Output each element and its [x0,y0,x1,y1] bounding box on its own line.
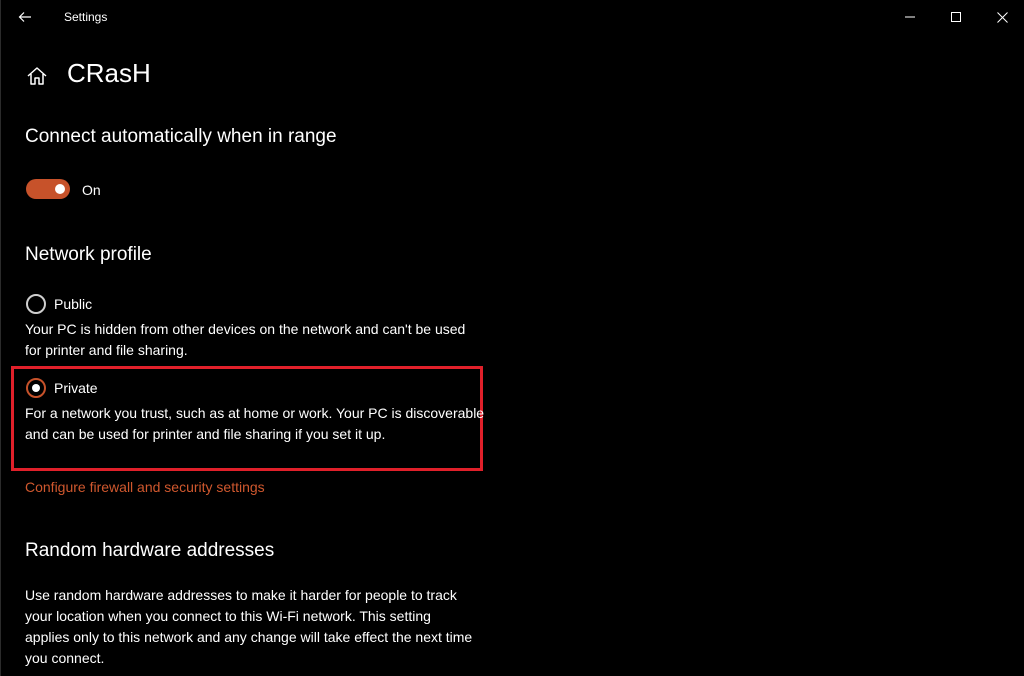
radio-selected-dot [32,384,40,392]
random-addresses-heading: Random hardware addresses [25,540,275,561]
random-addresses-description: Use random hardware addresses to make it… [25,587,473,666]
maximize-icon [951,12,961,22]
toggle-knob [55,184,65,194]
network-profile-heading: Network profile [25,244,152,265]
connect-auto-toggle[interactable] [26,179,70,199]
app-title: Settings [64,10,108,24]
private-description: For a network you trust, such as at home… [25,405,485,442]
back-button[interactable] [9,4,41,30]
home-icon[interactable] [25,64,49,88]
maximize-button[interactable] [933,0,979,34]
close-button[interactable] [979,0,1024,34]
private-radio[interactable] [26,378,46,398]
close-icon [996,11,1008,23]
minimize-icon [905,16,915,18]
minimize-button[interactable] [887,0,933,34]
public-description: Your PC is hidden from other devices on … [25,321,466,358]
private-radio-label[interactable]: Private [54,380,98,396]
firewall-settings-link[interactable]: Configure firewall and security settings [25,479,265,495]
public-radio-label[interactable]: Public [54,296,92,312]
page-title: CRasH [67,58,151,88]
settings-window: Settings CRasH Connect automatically whe… [0,0,1024,676]
connect-heading: Connect automatically when in range [25,126,337,147]
title-bar: Settings [1,0,1024,34]
toggle-state-label: On [82,182,101,198]
back-arrow-icon [18,12,31,22]
public-radio[interactable] [26,294,46,314]
